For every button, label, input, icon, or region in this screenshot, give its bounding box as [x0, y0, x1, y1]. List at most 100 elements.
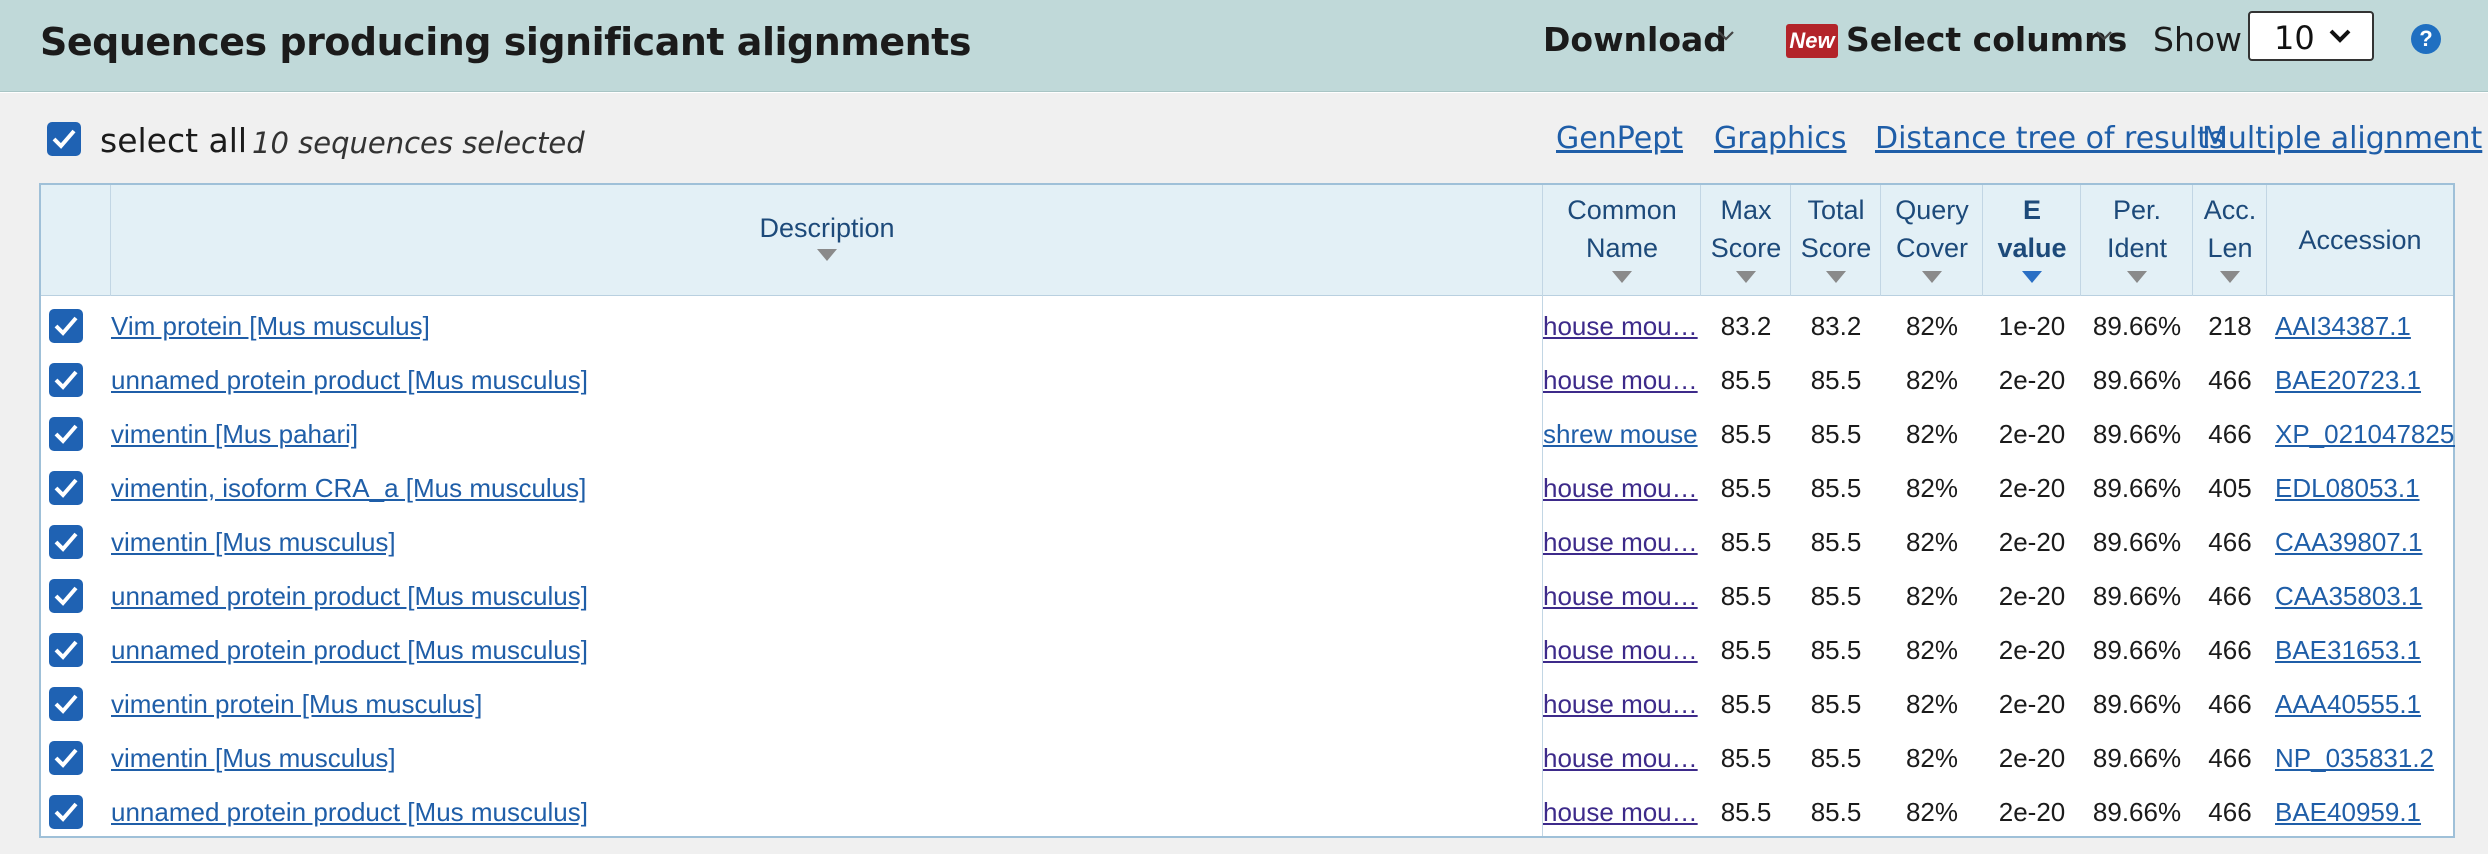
table-cell: 89.66%	[2081, 569, 2193, 623]
row-accession-link[interactable]: NP_035831.2	[2275, 743, 2434, 773]
row-evalue: 2e-20	[1998, 473, 2066, 503]
row-description-link[interactable]: vimentin, isoform CRA_a [Mus musculus]	[111, 473, 586, 503]
row-total-score: 85.5	[1810, 743, 1862, 773]
row-description-link[interactable]: vimentin [Mus pahari]	[111, 419, 358, 449]
genpept-link[interactable]: GenPept	[1556, 121, 1683, 156]
selected-count-text: 10 sequences selected	[252, 126, 585, 160]
distance-tree-link[interactable]: Distance tree of results	[1875, 121, 2225, 156]
table-cell: 89.66%	[2081, 677, 2193, 731]
column-header-label: value	[1997, 233, 2067, 263]
row-max-score: 85.5	[1720, 365, 1772, 395]
table-cell: 89.66%	[2081, 731, 2193, 785]
row-common-name-link[interactable]: house mou…	[1543, 581, 1698, 611]
select-all-checkbox[interactable]	[47, 122, 81, 156]
row-accession-link[interactable]: AAI34387.1	[2275, 311, 2411, 341]
table-cell: 82%	[1881, 515, 1983, 569]
row-accession-link[interactable]: AAA40555.1	[2275, 689, 2421, 719]
select-all-label[interactable]: select all	[100, 121, 247, 160]
row-common-name-link[interactable]: house mou…	[1543, 743, 1698, 773]
table-cell: 2e-20	[1983, 569, 2081, 623]
column-header-query-cover[interactable]: Query Cover	[1881, 185, 1983, 296]
table-cell: vimentin [Mus musculus]	[111, 515, 1531, 569]
multiple-alignment-link[interactable]: Multiple alignment	[2202, 121, 2482, 156]
help-icon[interactable]: ?	[2411, 24, 2441, 54]
row-select-checkbox[interactable]	[49, 309, 83, 343]
row-accession-link[interactable]: CAA39807.1	[2275, 527, 2422, 557]
row-common-name-link[interactable]: house mou…	[1543, 797, 1698, 827]
table-cell: house mou…	[1543, 731, 1703, 785]
row-description-link[interactable]: unnamed protein product [Mus musculus]	[111, 365, 588, 395]
show-count-select[interactable]: 10	[2248, 11, 2374, 61]
column-header-label: Name	[1585, 233, 1659, 263]
column-header-acc-len[interactable]: Acc. Len	[2193, 185, 2267, 296]
row-select-checkbox[interactable]	[49, 687, 83, 721]
column-header-label: Common	[1567, 195, 1677, 225]
row-description-link[interactable]: Vim protein [Mus musculus]	[111, 311, 430, 341]
row-select-checkbox[interactable]	[49, 471, 83, 505]
chevron-down-icon[interactable]	[2094, 28, 2114, 42]
row-select-checkbox[interactable]	[49, 633, 83, 667]
row-select-checkbox[interactable]	[49, 417, 83, 451]
row-common-name-link[interactable]: house mou…	[1543, 365, 1698, 395]
row-common-name-link[interactable]: house mou…	[1543, 473, 1698, 503]
row-description-link[interactable]: unnamed protein product [Mus musculus]	[111, 797, 588, 827]
row-common-name-link[interactable]: house mou…	[1543, 311, 1698, 341]
column-header-description[interactable]: Description	[111, 185, 1543, 296]
table-cell: EDL08053.1	[2275, 461, 2455, 515]
row-evalue: 1e-20	[1998, 311, 2066, 341]
column-header-label: Description	[759, 213, 895, 243]
table-cell: 1e-20	[1983, 299, 2081, 353]
row-select-checkbox[interactable]	[49, 579, 83, 613]
chevron-down-icon[interactable]	[1716, 28, 1736, 42]
column-header-accession[interactable]: Accession	[2267, 185, 2453, 296]
row-total-score: 85.5	[1810, 419, 1862, 449]
select-columns-button[interactable]: Select columns	[1846, 20, 2127, 59]
table-cell: 466	[2193, 731, 2267, 785]
table-cell: vimentin [Mus musculus]	[111, 731, 1531, 785]
table-cell: 2e-20	[1983, 515, 2081, 569]
row-accession-link[interactable]: BAE20723.1	[2275, 365, 2421, 395]
row-common-name-link[interactable]: shrew mouse	[1543, 419, 1698, 449]
row-acc-len: 466	[2208, 581, 2252, 611]
row-description-link[interactable]: vimentin [Mus musculus]	[111, 527, 396, 557]
row-per-ident: 89.66%	[2092, 419, 2182, 449]
column-header-label: Max	[1720, 195, 1772, 225]
row-accession-link[interactable]: EDL08053.1	[2275, 473, 2420, 503]
row-common-name-link[interactable]: house mou…	[1543, 689, 1698, 719]
sort-arrow-icon	[1922, 271, 1942, 283]
row-select-checkbox[interactable]	[49, 795, 83, 829]
row-common-name-link[interactable]: house mou…	[1543, 527, 1698, 557]
table-row: unnamed protein product [Mus musculus] ho…	[41, 353, 2453, 407]
table-cell: BAE20723.1	[2275, 353, 2455, 407]
row-acc-len: 466	[2208, 797, 2252, 827]
column-header-evalue[interactable]: E value	[1983, 185, 2081, 296]
column-header-per-ident[interactable]: Per. Ident	[2081, 185, 2193, 296]
row-max-score: 85.5	[1720, 419, 1772, 449]
row-select-checkbox[interactable]	[49, 525, 83, 559]
table-cell: house mou…	[1543, 461, 1703, 515]
table-cell: 82%	[1881, 623, 1983, 677]
row-select-checkbox[interactable]	[49, 741, 83, 775]
column-header-common-name[interactable]: Common Name	[1543, 185, 1701, 296]
row-accession-link[interactable]: XP_021047825.1	[2275, 419, 2455, 449]
row-accession-link[interactable]: BAE40959.1	[2275, 797, 2421, 827]
row-description-link[interactable]: vimentin protein [Mus musculus]	[111, 689, 482, 719]
row-evalue: 2e-20	[1998, 581, 2066, 611]
row-description-link[interactable]: unnamed protein product [Mus musculus]	[111, 581, 588, 611]
column-header-max-score[interactable]: Max Score	[1701, 185, 1791, 296]
row-accession-link[interactable]: BAE31653.1	[2275, 635, 2421, 665]
row-evalue: 2e-20	[1998, 689, 2066, 719]
column-header-total-score[interactable]: Total Score	[1791, 185, 1881, 296]
row-accession-link[interactable]: CAA35803.1	[2275, 581, 2422, 611]
results-header-bar: Sequences producing significant alignmen…	[0, 0, 2488, 92]
row-query-cover: 82%	[1905, 311, 1959, 341]
table-cell: XP_021047825.1	[2275, 407, 2455, 461]
table-cell: 83.2	[1701, 299, 1791, 353]
row-description-link[interactable]: vimentin [Mus musculus]	[111, 743, 396, 773]
download-menu-button[interactable]: Download	[1543, 20, 1727, 59]
row-description-link[interactable]: unnamed protein product [Mus musculus]	[111, 635, 588, 665]
graphics-link[interactable]: Graphics	[1714, 121, 1846, 156]
row-select-checkbox[interactable]	[49, 363, 83, 397]
row-common-name-link[interactable]: house mou…	[1543, 635, 1698, 665]
row-evalue: 2e-20	[1998, 635, 2066, 665]
